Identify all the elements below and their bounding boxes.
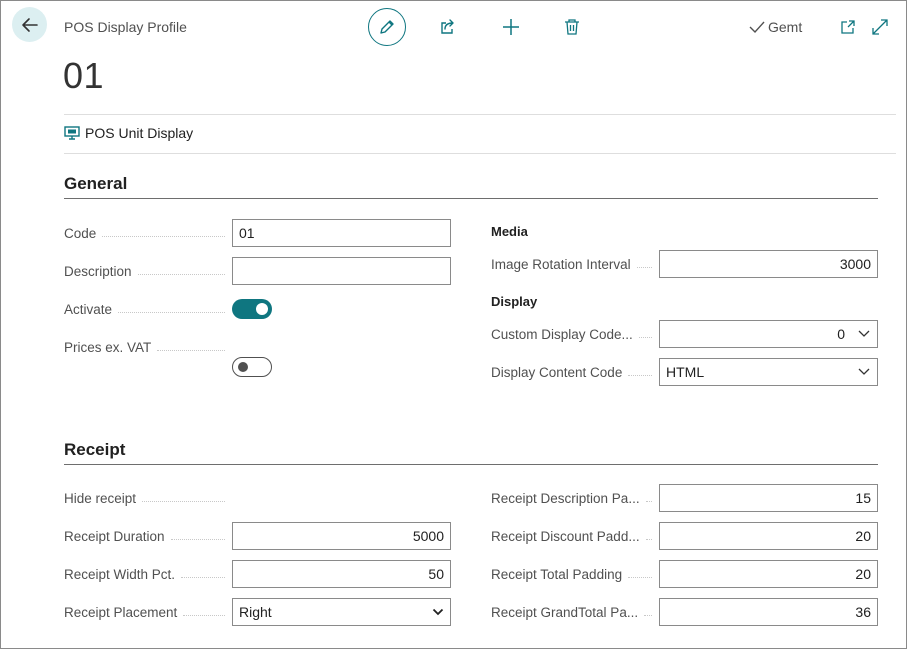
receipt-total-padding-label: Receipt Total Padding	[491, 563, 656, 585]
hide-receipt-label-text: Hide receipt	[64, 490, 137, 506]
code-field[interactable]: 01	[232, 219, 451, 247]
receipt-width-pct-label-text: Receipt Width Pct.	[64, 566, 176, 582]
receipt-description-padding-label: Receipt Description Pa...	[491, 487, 656, 509]
general-section-line	[64, 198, 878, 199]
custom-display-codeunit-label: Custom Display Code...	[491, 323, 656, 345]
page-frame: POS Display Profile Gemt 01 POS Unit Dis…	[0, 0, 907, 649]
code-label: Code	[64, 222, 229, 244]
receipt-description-padding-label-text: Receipt Description Pa...	[491, 490, 640, 506]
receipt-description-padding-field[interactable]: 15	[659, 484, 878, 512]
edit-button[interactable]	[368, 8, 406, 46]
receipt-section-line	[64, 464, 878, 465]
arrow-left-icon	[21, 17, 38, 32]
image-rotation-interval-value: 3000	[839, 256, 871, 272]
chevron-down-icon[interactable]	[857, 367, 871, 377]
display-content-code-label-text: Display Content Code	[491, 364, 623, 380]
receipt-total-padding-field[interactable]: 20	[659, 560, 878, 588]
share-button[interactable]	[436, 15, 460, 39]
receipt-placement-label: Receipt Placement	[64, 601, 229, 623]
display-content-code-value: HTML	[666, 364, 705, 380]
pencil-icon	[380, 20, 394, 34]
prices-ex-vat-label: Prices ex. VAT	[64, 336, 229, 358]
code-value: 01	[239, 225, 255, 241]
receipt-grandtotal-padding-value: 36	[855, 604, 871, 620]
receipt-grandtotal-padding-label: Receipt GrandTotal Pa...	[491, 601, 656, 623]
receipt-placement-label-text: Receipt Placement	[64, 604, 178, 620]
receipt-discount-padding-field[interactable]: 20	[659, 522, 878, 550]
receipt-duration-label: Receipt Duration	[64, 525, 229, 547]
saved-status: Gemt	[749, 19, 802, 35]
receipt-duration-field[interactable]: 5000	[232, 522, 451, 550]
header-divider	[64, 114, 896, 115]
open-in-new-window-icon	[841, 20, 855, 34]
receipt-discount-padding-value: 20	[855, 528, 871, 544]
custom-display-codeunit-field[interactable]: 0	[659, 320, 878, 348]
image-rotation-interval-label: Image Rotation Interval	[491, 253, 656, 275]
code-label-text: Code	[64, 225, 97, 241]
custom-display-codeunit-label-text: Custom Display Code...	[491, 326, 633, 342]
new-button[interactable]	[499, 15, 523, 39]
receipt-placement-select[interactable]: Right	[232, 598, 451, 626]
pos-unit-display-link[interactable]: POS Unit Display	[64, 125, 193, 141]
receipt-discount-padding-label-text: Receipt Discount Padd...	[491, 528, 640, 544]
share-icon	[441, 19, 454, 34]
receipt-width-pct-value: 50	[428, 566, 444, 582]
receipt-section-title[interactable]: Receipt	[64, 440, 125, 460]
general-section-title[interactable]: General	[64, 174, 127, 194]
open-new-window-button[interactable]	[836, 15, 860, 39]
chevron-down-icon[interactable]	[432, 608, 444, 616]
trash-icon	[565, 19, 579, 35]
display-content-code-field[interactable]: HTML	[659, 358, 878, 386]
image-rotation-interval-label-text: Image Rotation Interval	[491, 256, 631, 272]
activate-toggle[interactable]	[232, 299, 272, 319]
receipt-duration-label-text: Receipt Duration	[64, 528, 165, 544]
media-group-title: Media	[491, 224, 528, 239]
receipt-total-padding-label-text: Receipt Total Padding	[491, 566, 623, 582]
image-rotation-interval-field[interactable]: 3000	[659, 250, 878, 278]
expand-button[interactable]	[868, 15, 892, 39]
pos-unit-display-label: POS Unit Display	[85, 125, 194, 141]
monitor-icon	[64, 126, 80, 140]
receipt-discount-padding-label: Receipt Discount Padd...	[491, 525, 656, 547]
display-group-title: Display	[491, 294, 538, 309]
receipt-description-padding-value: 15	[855, 490, 871, 506]
back-button[interactable]	[12, 7, 47, 42]
hide-receipt-label: Hide receipt	[64, 487, 229, 509]
activate-label-text: Activate	[64, 301, 113, 317]
description-field[interactable]	[232, 257, 451, 285]
custom-display-codeunit-value: 0	[837, 326, 845, 342]
plus-icon	[503, 19, 519, 35]
receipt-width-pct-field[interactable]: 50	[232, 560, 451, 588]
prices-ex-vat-toggle[interactable]	[232, 357, 272, 377]
receipt-grandtotal-padding-label-text: Receipt GrandTotal Pa...	[491, 604, 639, 620]
page-caption: POS Display Profile	[64, 19, 187, 35]
receipt-grandtotal-padding-field[interactable]: 36	[659, 598, 878, 626]
receipt-duration-value: 5000	[412, 528, 444, 544]
display-content-code-label: Display Content Code	[491, 361, 656, 383]
description-label-text: Description	[64, 263, 132, 279]
receipt-total-padding-value: 20	[855, 566, 871, 582]
expand-icon	[872, 19, 888, 35]
activate-label: Activate	[64, 298, 229, 320]
page-title: 01	[63, 55, 105, 96]
receipt-width-pct-label: Receipt Width Pct.	[64, 563, 229, 585]
chevron-down-icon[interactable]	[857, 329, 871, 339]
prices-ex-vat-label-text: Prices ex. VAT	[64, 339, 152, 355]
saved-status-label: Gemt	[768, 19, 803, 35]
nav-divider	[64, 153, 896, 154]
delete-button[interactable]	[560, 15, 584, 39]
checkmark-icon	[749, 21, 765, 34]
receipt-placement-value: Right	[239, 604, 272, 620]
description-label: Description	[64, 260, 229, 282]
